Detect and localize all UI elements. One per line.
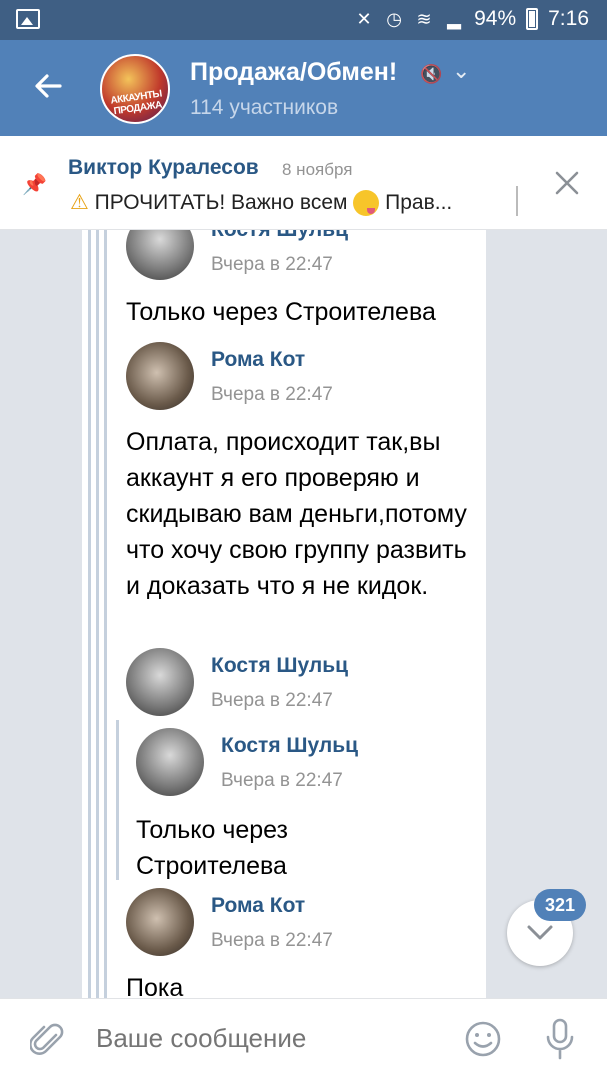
- avatar[interactable]: [126, 648, 194, 716]
- message-time: Вчера в 22:47: [221, 770, 343, 791]
- gallery-notification-icon: [16, 9, 40, 29]
- message-author[interactable]: Костя Шульц: [211, 654, 348, 678]
- alarm-icon: ◷: [386, 9, 402, 29]
- chat-subtitle: 114 участников: [190, 96, 339, 119]
- chat-title[interactable]: Продажа/Обмен!: [190, 58, 397, 87]
- battery-icon: [526, 8, 539, 30]
- battery-percent: 94%: [474, 7, 517, 30]
- group-avatar-text: АККАУНТЫ ПРОДАЖА: [109, 88, 163, 118]
- wifi-icon: ≋: [416, 9, 432, 29]
- close-icon[interactable]: [554, 170, 580, 196]
- message-author[interactable]: Рома Кот: [211, 894, 305, 918]
- smile-icon[interactable]: [463, 1019, 503, 1059]
- message-text: Пока: [126, 974, 184, 998]
- status-bar: ✕ ◷ ≋ ▂ 94% 7:16: [0, 0, 607, 40]
- pinned-author: Виктор Куралесов: [68, 156, 259, 179]
- message-text: Только через Строителева: [136, 816, 289, 880]
- message-time: Вчера в 22:47: [211, 930, 333, 951]
- message-author[interactable]: Костя Шульц: [221, 734, 358, 758]
- message-author[interactable]: Рома Кот: [211, 348, 305, 372]
- warning-icon: ⚠: [70, 191, 89, 214]
- message-text: Только через Строителева: [126, 298, 436, 326]
- pin-icon: 📌: [22, 174, 47, 196]
- mute-icon: 🔇: [420, 64, 443, 84]
- back-arrow-icon: [35, 74, 62, 98]
- quote-bar: [96, 230, 99, 998]
- message-time: Вчера в 22:47: [211, 254, 333, 275]
- avatar[interactable]: [136, 728, 204, 796]
- back-button[interactable]: [28, 66, 68, 106]
- group-avatar[interactable]: АККАУНТЫ ПРОДАЖА: [100, 54, 170, 124]
- clock: 7:16: [548, 7, 589, 30]
- pinned-text-suffix: Прав...: [385, 191, 453, 214]
- message-list[interactable]: Костя Шульц Вчера в 22:47 Только через С…: [0, 230, 607, 998]
- chevron-down-icon[interactable]: ⌄: [452, 58, 470, 84]
- attach-icon[interactable]: [30, 1021, 66, 1061]
- pinned-message[interactable]: 📌 Виктор Куралесов 8 ноября ⚠ ПРОЧИТАТЬ!…: [0, 136, 607, 230]
- status-icons: ✕ ◷ ≋ ▂ 94% 7:16: [354, 7, 589, 31]
- mic-icon[interactable]: [543, 1017, 577, 1061]
- message-time: Вчера в 22:47: [211, 690, 333, 711]
- message-time: Вчера в 22:47: [211, 384, 333, 405]
- divider: [516, 186, 518, 216]
- quote-bar: [88, 230, 91, 998]
- pinned-text-prefix: ПРОЧИТАТЬ! Важно всем: [94, 191, 348, 214]
- message-input[interactable]: [96, 1023, 436, 1054]
- quote-bar: [104, 230, 107, 998]
- avatar[interactable]: [126, 888, 194, 956]
- signal-icon: ▂: [447, 9, 462, 29]
- chevron-down-icon: [527, 925, 553, 940]
- mute-status-icon: ✕: [356, 9, 372, 29]
- avatar[interactable]: [126, 342, 194, 410]
- chat-header: АККАУНТЫ ПРОДАЖА Продажа/Обмен! 🔇 ⌄ 114 …: [0, 40, 607, 136]
- tongue-emoji-icon: [353, 190, 380, 217]
- pinned-date: 8 ноября: [282, 160, 353, 179]
- message-text: Оплата, происходит так,вы аккаунт я его …: [126, 428, 467, 600]
- message-composer: [0, 998, 607, 1080]
- unread-badge: 321: [534, 889, 586, 921]
- pinned-text: ⚠ ПРОЧИТАТЬ! Важно всем Прав...: [70, 190, 520, 217]
- quote-bar: [116, 720, 119, 880]
- message-author[interactable]: Костя Шульц: [211, 230, 348, 242]
